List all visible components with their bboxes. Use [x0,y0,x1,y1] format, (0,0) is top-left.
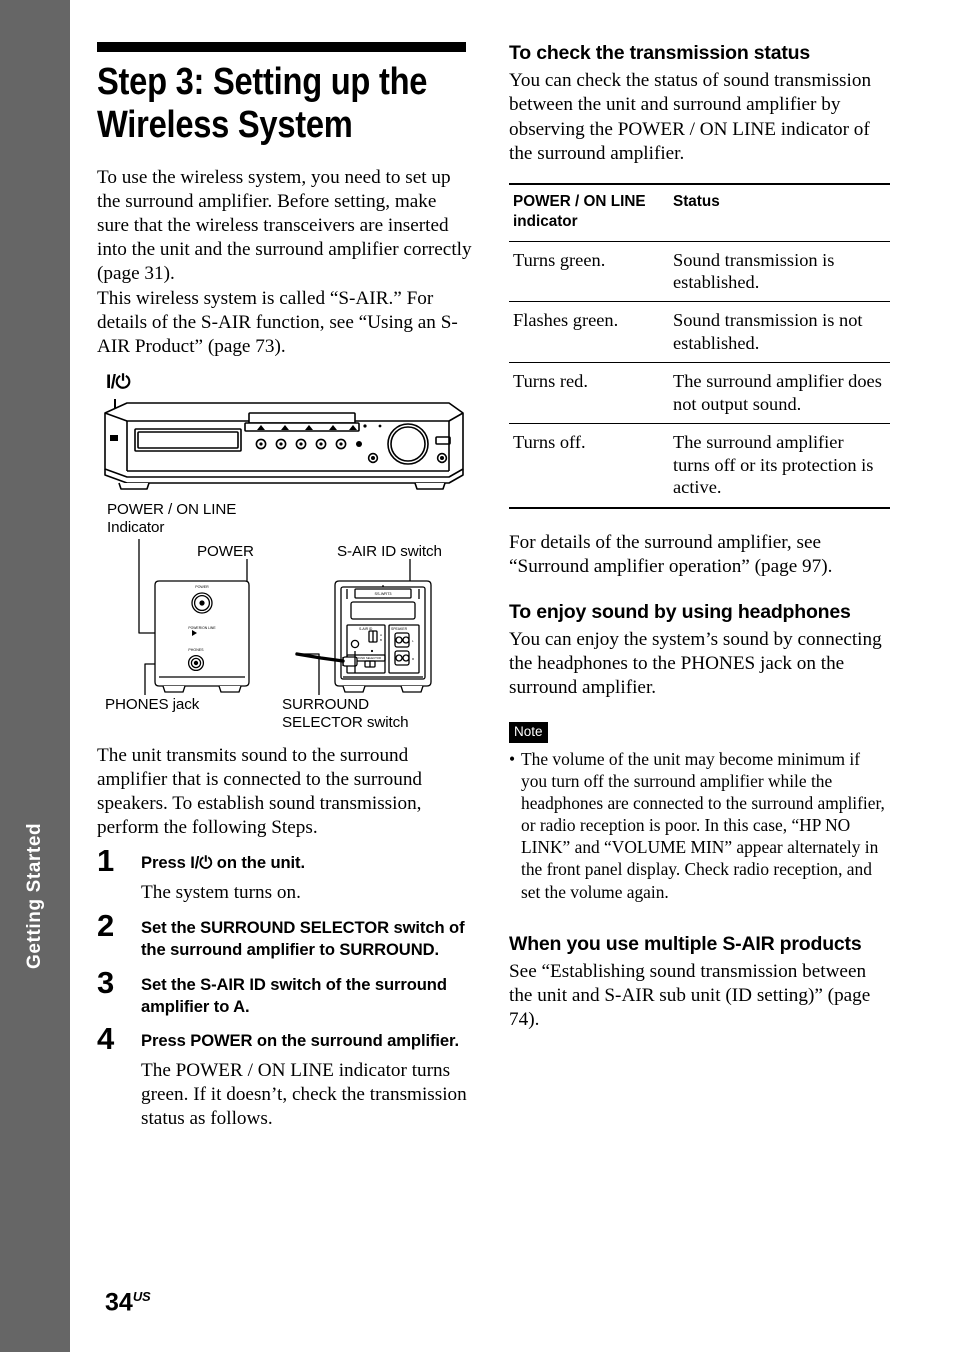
page-region-suffix: US [132,1288,151,1304]
table-cell-indicator: Turns green. [513,249,606,270]
multiple-sair-paragraph: See “Establishing sound transmission bet… [509,961,871,1031]
step-number: 3 [97,964,115,1000]
intro-paragraph-2: This wireless system is called “S-AIR.” … [97,287,458,357]
headphones-paragraph: You can enjoy the system’s sound by conn… [509,629,882,699]
svg-text:PHONES: PHONES [188,648,204,652]
svg-text:B: B [380,638,382,642]
page-title: Step 3: Setting up the Wireless System [97,61,428,146]
svg-text:SPEAKER: SPEAKER [391,627,408,631]
note-item: The volume of the unit may become minimu… [509,748,890,903]
step-title: Set the S-AIR ID switch of the surround … [141,974,447,1016]
amplifier-illustration: POWER POWER/ON LINE PHONES SS-WRT3 S-AIR… [138,538,432,695]
title-rule [97,42,466,52]
step-number: 4 [97,1020,115,1056]
step-list: 1 Press I/⏻ on the unit. The system turn… [97,845,472,1131]
svg-text:POWER/ON LINE: POWER/ON LINE [188,626,216,630]
step-title: Press POWER on the surround amplifier. [141,1030,459,1050]
table-header-status: Status [673,192,720,210]
power-symbol-label: I/⏻ [106,371,131,393]
transmission-status-table: POWER / ON LINE indicator Status Turns g… [509,183,890,509]
amplifier-diagram: POWER / ON LINE Indicator POWER S-AIR ID… [97,499,472,744]
table-cell-indicator: Turns off. [513,432,586,453]
heading-check-transmission: To check the transmission status [509,42,810,64]
svg-text:A: A [380,633,382,637]
svg-text:SS-WRT3: SS-WRT3 [374,592,391,596]
left-column: Step 3: Setting up the Wireless System T… [97,42,472,1143]
step-number: 2 [97,908,115,944]
intro-paragraph-1: To use the wireless system, you need to … [97,167,472,285]
table-header-indicator: POWER / ON LINE indicator [513,192,646,230]
table-row: Turns off. The surround amplifier turns … [509,424,890,508]
heading-enjoy-headphones: To enjoy sound by using headphones [509,600,851,623]
step-description: The POWER / ON LINE indicator turns gree… [141,1059,467,1129]
step-number: 1 [97,843,115,879]
step-title: Press I/⏻ on the unit. [141,853,305,873]
step-item: 4 Press POWER on the surround amplifier.… [97,1023,472,1131]
right-column: To check the transmission status You can… [509,42,890,1032]
note-list: The volume of the unit may become minimu… [509,748,890,903]
table-cell-status: Sound transmission is established. [673,249,835,292]
details-paragraph: For details of the surround amplifier, s… [509,531,833,577]
page-body: Step 3: Setting up the Wireless System T… [70,0,954,1352]
table-cell-status: Sound transmission is not established. [673,310,863,353]
table-row: Turns green. Sound transmission is estab… [509,241,890,302]
step-description: The system turns on. [141,882,301,904]
table-cell-status: The surround amplifier does not output s… [673,371,882,414]
note-badge: Note [509,722,548,743]
step-item: 3 Set the S-AIR ID switch of the surroun… [97,967,472,1018]
page-number: 34 [105,1288,133,1316]
svg-text:POWER: POWER [195,585,209,589]
table-cell-status: The surround amplifier turns off or its … [673,432,874,498]
receiver-diagram: I/⏻ [97,373,472,493]
section-tab-label: Getting Started [24,822,45,970]
table-row: Turns red. The surround amplifier does n… [509,363,890,424]
table-row: Flashes green. Sound transmission is not… [509,302,890,363]
heading-multiple-sair: When you use multiple S-AIR products [509,932,862,955]
check-transmission-paragraph: You can check the status of sound transm… [509,70,872,164]
table-cell-indicator: Turns red. [513,371,588,392]
transmit-paragraph: The unit transmits sound to the surround… [97,744,423,839]
section-tab-getting-started: Getting Started [0,0,70,1352]
receiver-illustration [104,398,464,490]
step-item: 2 Set the SURROUND SELECTOR switch of th… [97,910,472,961]
step-item: 1 Press I/⏻ on the unit. The system turn… [97,845,472,905]
step-title: Set the SURROUND SELECTOR switch of the … [141,918,465,960]
table-header-row: POWER / ON LINE indicator Status [509,183,890,242]
page-folio: 34US [105,1288,151,1316]
table-cell-indicator: Flashes green. [513,310,619,331]
